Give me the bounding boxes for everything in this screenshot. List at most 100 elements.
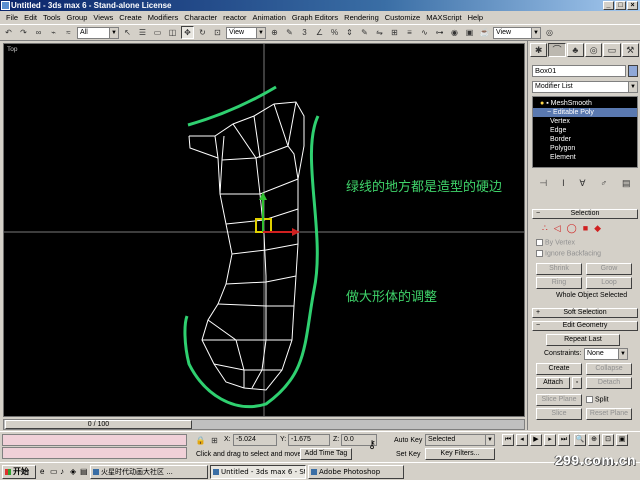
loop-button[interactable]: Loop: [586, 277, 632, 289]
x-coord-field[interactable]: -5.024: [233, 434, 277, 446]
taskbar-item-forum[interactable]: 火星时代动画大社区 ...: [90, 465, 208, 479]
menu-help[interactable]: Help: [465, 11, 486, 24]
lightbulb-icon[interactable]: ●: [540, 100, 544, 107]
min-max-toggle-icon[interactable]: ▣: [616, 434, 628, 446]
ignore-backfacing-checkbox[interactable]: Ignore Backfacing: [536, 250, 601, 257]
quick-render-icon[interactable]: ☕: [478, 26, 491, 39]
detach-button[interactable]: Detach: [586, 377, 632, 389]
menu-edit[interactable]: Edit: [21, 11, 40, 24]
minimize-button[interactable]: _: [603, 1, 614, 10]
window-crossing-icon[interactable]: ◫: [166, 26, 179, 39]
layer-manager-icon[interactable]: ≡: [403, 26, 416, 39]
goto-end-icon[interactable]: ⏭: [558, 434, 570, 446]
key-filters-button[interactable]: Key Filters...: [425, 448, 495, 460]
taskbar-item-3dsmax[interactable]: Untitled - 3ds max 6 - Sta...: [210, 465, 306, 479]
link-icon[interactable]: ∞: [32, 26, 45, 39]
stack-item-meshsmooth[interactable]: ● ▪ MeshSmooth: [533, 99, 637, 108]
make-unique-icon[interactable]: ∀: [579, 178, 585, 192]
pin-stack-icon[interactable]: ⊣: [539, 178, 547, 192]
reset-plane-button[interactable]: Reset Plane: [586, 408, 632, 420]
bind-spacewarp-icon[interactable]: ≈: [62, 26, 75, 39]
spinner-snap-icon[interactable]: ⇕: [343, 26, 356, 39]
menu-create[interactable]: Create: [116, 11, 145, 24]
create-icon[interactable]: ✱: [530, 43, 548, 57]
select-manipulate-icon[interactable]: ✎: [283, 26, 296, 39]
modifier-list-dropdown[interactable]: Modifier List ▼: [532, 81, 638, 93]
menu-graph-editors[interactable]: Graph Editors: [289, 11, 341, 24]
menu-character[interactable]: Character: [181, 11, 220, 24]
taskbar-item-photoshop[interactable]: Adobe Photoshop: [308, 465, 404, 479]
slice-button[interactable]: Slice: [536, 408, 582, 420]
attach-list-icon[interactable]: ▫: [572, 377, 582, 389]
select-by-name-icon[interactable]: ☰: [136, 26, 149, 39]
object-color-swatch[interactable]: [628, 65, 638, 77]
edge-level-icon[interactable]: ◁: [554, 223, 561, 234]
modify-icon[interactable]: ⌒: [548, 43, 566, 57]
element-level-icon[interactable]: ◆: [594, 223, 601, 234]
zoom-extents-icon[interactable]: ⊡: [602, 434, 614, 446]
menu-customize[interactable]: Customize: [382, 11, 423, 24]
shrink-button[interactable]: Shrink: [536, 263, 582, 275]
add-time-tag-button[interactable]: Add Time Tag: [300, 448, 352, 460]
stack-item-element[interactable]: Element: [533, 153, 637, 162]
utilities-icon[interactable]: ⚒: [621, 43, 639, 57]
lock-selection-icon[interactable]: 🔒: [194, 434, 207, 447]
named-selection-icon[interactable]: ✎: [358, 26, 371, 39]
edit-geometry-rollout-header[interactable]: − Edit Geometry: [532, 321, 638, 331]
attach-button[interactable]: Attach: [536, 377, 570, 389]
menu-tools[interactable]: Tools: [40, 11, 64, 24]
select-rotate-icon[interactable]: ↻: [196, 26, 209, 39]
object-name-field[interactable]: Box01: [532, 65, 626, 77]
mirror-icon[interactable]: ⇋: [373, 26, 386, 39]
configure-sets-icon[interactable]: ▤: [622, 178, 631, 192]
stack-item-polygon[interactable]: Polygon: [533, 144, 637, 153]
create-button[interactable]: Create: [536, 363, 582, 375]
snaps-toggle-icon[interactable]: 3: [298, 26, 311, 39]
menu-animation[interactable]: Animation: [250, 11, 289, 24]
maximize-button[interactable]: □: [615, 1, 626, 10]
play-icon[interactable]: ▶: [530, 434, 542, 446]
menu-modifiers[interactable]: Modifiers: [145, 11, 181, 24]
quicklaunch-ie-icon[interactable]: e: [40, 467, 44, 476]
quicklaunch-desktop-icon[interactable]: ▭: [50, 467, 58, 476]
maxscript-listener-output[interactable]: [2, 447, 187, 459]
collapse-button[interactable]: Collapse: [586, 363, 632, 375]
show-end-result-icon[interactable]: I: [562, 178, 565, 192]
key-mode-dropdown[interactable]: Selected ▼: [425, 434, 495, 446]
auto-key-label[interactable]: Auto Key: [394, 437, 422, 444]
set-key-button[interactable]: Set Key: [396, 451, 421, 458]
curve-editor-icon[interactable]: ∿: [418, 26, 431, 39]
time-slider[interactable]: 0 / 100: [5, 420, 192, 429]
angle-snap-icon[interactable]: ∠: [313, 26, 326, 39]
zoom-all-icon[interactable]: ⊕: [588, 434, 600, 446]
window-titlebar[interactable]: Untitled - 3ds max 6 - Stand-alone Licen…: [0, 0, 640, 11]
selection-rollout-header[interactable]: − Selection: [532, 209, 638, 219]
soft-selection-rollout-header[interactable]: + Soft Selection: [532, 308, 638, 318]
stack-item-border[interactable]: Border: [533, 135, 637, 144]
pivot-center-icon[interactable]: ⊕: [268, 26, 281, 39]
move-gizmo[interactable]: [255, 192, 300, 236]
next-frame-icon[interactable]: ▸: [544, 434, 556, 446]
border-level-icon[interactable]: ◯: [567, 223, 577, 234]
maxscript-listener-mini[interactable]: [2, 434, 187, 446]
percent-snap-icon[interactable]: %: [328, 26, 341, 39]
prev-frame-icon[interactable]: ◂: [516, 434, 528, 446]
remove-modifier-icon[interactable]: ♂: [600, 178, 607, 192]
schematic-view-icon[interactable]: ⊶: [433, 26, 446, 39]
undo-icon[interactable]: ↶: [2, 26, 15, 39]
quicklaunch-media-icon[interactable]: ♪: [60, 467, 64, 476]
select-object-icon[interactable]: ↖: [121, 26, 134, 39]
menu-file[interactable]: File: [3, 11, 21, 24]
by-vertex-checkbox[interactable]: By Vertex: [536, 239, 575, 246]
material-editor-icon[interactable]: ◉: [448, 26, 461, 39]
render-scene-icon[interactable]: ▣: [463, 26, 476, 39]
top-viewport[interactable]: Top 绿线的地方都是造型的硬边 做大形体的调整: [3, 43, 525, 417]
repeat-last-button[interactable]: Repeat Last: [546, 334, 620, 346]
ref-coord-dropdown[interactable]: View ▼: [226, 26, 266, 39]
menu-views[interactable]: Views: [90, 11, 116, 24]
y-coord-field[interactable]: -1.675: [288, 434, 330, 446]
stack-item-editable-poly[interactable]: − Editable Poly: [533, 108, 637, 117]
constraints-dropdown[interactable]: None ▼: [584, 348, 628, 360]
grow-button[interactable]: Grow: [586, 263, 632, 275]
quicklaunch-misc-icon[interactable]: ◈: [70, 467, 76, 476]
